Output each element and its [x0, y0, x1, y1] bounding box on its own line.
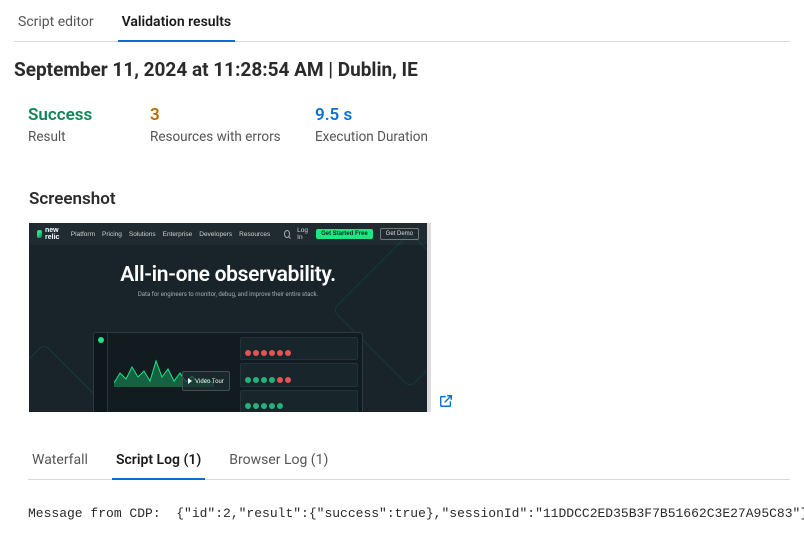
thumb-nav-item: Enterprise	[163, 231, 193, 238]
metric-duration-label: Execution Duration	[315, 129, 428, 145]
tab-script-editor[interactable]: Script editor	[14, 14, 98, 42]
thumb-nav-item: Developers	[199, 231, 232, 238]
status-dot	[285, 350, 291, 356]
metric-result: Success Result	[28, 105, 150, 145]
thumb-cta-primary: Get Started Free	[316, 229, 373, 239]
thumb-video-tour: Video Tour	[182, 371, 230, 391]
thumb-panel	[240, 390, 358, 412]
thumb-logo-mark	[37, 230, 42, 238]
status-dot	[261, 403, 267, 409]
thumb-logo-text: new relic	[45, 227, 64, 241]
status-dot	[277, 350, 283, 356]
metric-errors: 3 Resources with errors	[150, 105, 315, 145]
status-dot	[245, 350, 251, 356]
status-dot	[253, 377, 259, 383]
status-dot	[253, 350, 259, 356]
run-timestamp-header: September 11, 2024 at 11:28:54 AM | Dubl…	[14, 58, 790, 81]
screenshot-heading: Screenshot	[14, 189, 790, 209]
thumb-dashboard: Video Tour	[93, 332, 363, 412]
thumb-logo: new relic	[37, 227, 64, 241]
metric-duration-value: 9.5 s	[315, 105, 428, 125]
play-icon	[188, 378, 192, 384]
thumb-dash-sidebar	[94, 333, 108, 412]
thumb-dash-main: Video Tour	[108, 333, 362, 412]
status-dot	[277, 377, 283, 383]
thumb-panel	[240, 337, 358, 360]
metric-duration: 9.5 s Execution Duration	[315, 105, 428, 145]
status-dot	[245, 403, 251, 409]
thumb-nav-item: Platform	[71, 231, 95, 238]
tab-script-log[interactable]: Script Log (1)	[112, 452, 205, 480]
metrics-row: Success Result 3 Resources with errors 9…	[14, 105, 790, 145]
open-external-icon[interactable]	[439, 394, 453, 412]
top-tabs: Script editor Validation results	[14, 14, 790, 42]
thumb-login: Log In	[297, 227, 309, 241]
thumb-panel	[240, 363, 358, 386]
thumb-video-tour-label: Video Tour	[195, 378, 224, 385]
status-dot	[261, 377, 267, 383]
status-dot	[253, 403, 259, 409]
status-dot	[285, 377, 291, 383]
log-output: Message from CDP: {"id":2,"result":{"suc…	[14, 506, 790, 521]
screenshot-thumbnail[interactable]: new relic Platform Pricing Solutions Ent…	[29, 223, 431, 412]
tab-validation-results[interactable]: Validation results	[118, 14, 236, 42]
tab-waterfall[interactable]: Waterfall	[28, 452, 92, 480]
thumb-navbar: new relic Platform Pricing Solutions Ent…	[29, 223, 427, 245]
thumb-nav-item: Solutions	[129, 231, 156, 238]
metric-errors-value: 3	[150, 105, 315, 125]
thumb-nav-item: Pricing	[102, 231, 122, 238]
tab-browser-log[interactable]: Browser Log (1)	[225, 452, 332, 480]
sub-tabs: Waterfall Script Log (1) Browser Log (1)	[28, 452, 790, 480]
status-dot	[269, 403, 275, 409]
status-dot	[269, 350, 275, 356]
thumb-nav-item: Resources	[239, 231, 270, 238]
thumb-right-panels	[240, 337, 358, 412]
search-icon	[284, 230, 290, 238]
thumb-dash-sidebar-dot	[98, 337, 104, 343]
status-dot	[269, 377, 275, 383]
metric-result-label: Result	[28, 129, 150, 145]
screenshot-block: new relic Platform Pricing Solutions Ent…	[14, 223, 790, 412]
status-dot	[261, 350, 267, 356]
status-dot	[277, 403, 283, 409]
metric-errors-label: Resources with errors	[150, 129, 315, 145]
status-dot	[245, 377, 251, 383]
metric-result-value: Success	[28, 105, 150, 125]
